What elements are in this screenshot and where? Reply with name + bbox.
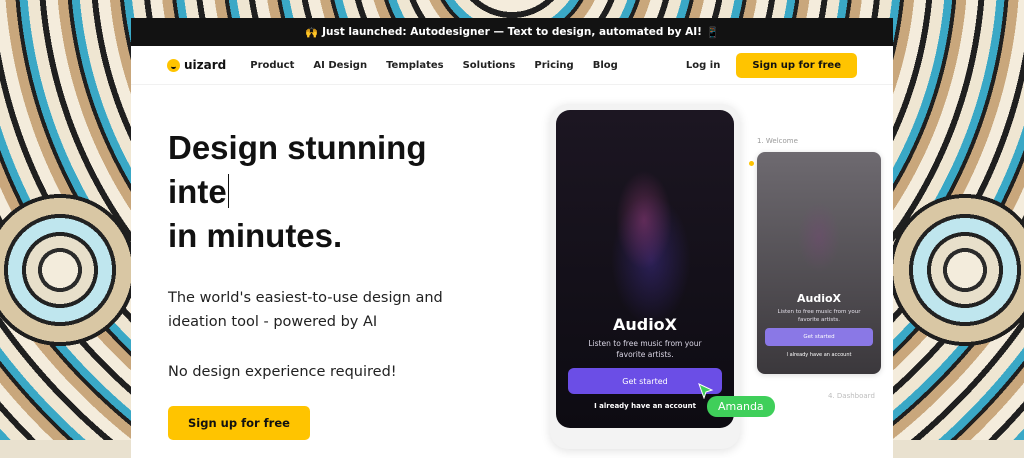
logo-text: uizard xyxy=(184,58,227,72)
subtitle-line-2: ideation tool - powered by AI xyxy=(168,314,378,330)
announcement-text[interactable]: Just launched: Autodesigner — Text to de… xyxy=(322,26,702,38)
subtitle-line-1: The world's easiest-to-use design and xyxy=(168,290,443,306)
hero-subtitle: The world's easiest-to-use design and id… xyxy=(168,286,548,334)
nav-item-product[interactable]: Product xyxy=(250,60,294,71)
text-caret xyxy=(227,174,230,208)
nav-item-templates[interactable]: Templates xyxy=(386,60,444,71)
nav-item-blog[interactable]: Blog xyxy=(593,60,618,71)
phone-mockup-secondary: AudioX Listen to free music from your fa… xyxy=(757,152,881,374)
connector-dot xyxy=(749,161,754,166)
app-title-secondary: AudioX xyxy=(796,292,842,305)
app-description-secondary: Listen to free music from your favorite … xyxy=(777,309,861,323)
nav-item-pricing[interactable]: Pricing xyxy=(534,60,573,71)
phone-screen: AudioX Listen to free music from your fa… xyxy=(556,110,734,428)
nav-actions: Log in Sign up for free xyxy=(686,52,857,78)
signup-button-nav[interactable]: Sign up for free xyxy=(736,52,857,78)
hero-section: Design stunning inte in minutes. The wor… xyxy=(168,126,548,440)
nav-menu: Product AI Design Templates Solutions Pr… xyxy=(250,60,618,71)
app-title: AudioX xyxy=(612,315,678,334)
top-navigation: uizard Product AI Design Templates Solut… xyxy=(131,46,893,85)
phone-icon: 📱 xyxy=(705,26,720,39)
browser-page: 🙌 Just launched: Autodesigner — Text to … xyxy=(131,18,893,458)
collaborator-name-tag: Amanda xyxy=(707,396,775,417)
screen-label-welcome: 1. Welcome xyxy=(757,137,798,145)
nav-item-ai-design[interactable]: AI Design xyxy=(313,60,367,71)
uizard-logo-icon xyxy=(167,58,180,72)
signup-button-hero[interactable]: Sign up for free xyxy=(168,406,310,440)
headline-line-1: Design stunning xyxy=(168,129,427,166)
headline-line-3: in minutes. xyxy=(168,217,343,254)
hero-note: No design experience required! xyxy=(168,364,397,380)
announcement-bar[interactable]: 🙌 Just launched: Autodesigner — Text to … xyxy=(131,18,893,46)
hero-headline: Design stunning inte in minutes. xyxy=(168,126,548,258)
get-started-button-secondary: Get started xyxy=(765,328,873,346)
celebrate-icon: 🙌 xyxy=(304,26,319,39)
have-account-secondary: I already have an account xyxy=(786,352,852,358)
screen-label-dashboard: 4. Dashboard xyxy=(828,392,875,400)
nav-item-solutions[interactable]: Solutions xyxy=(463,60,516,71)
headline-typing-text: inte xyxy=(168,173,227,210)
logo[interactable]: uizard xyxy=(167,58,226,72)
app-description: Listen to free music from your favorite … xyxy=(588,339,702,359)
login-link[interactable]: Log in xyxy=(686,60,720,71)
